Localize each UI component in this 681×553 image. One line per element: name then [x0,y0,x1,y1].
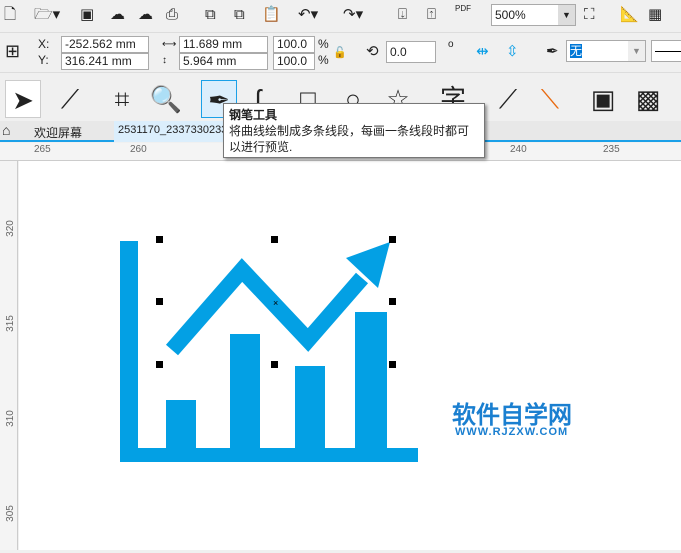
export-icon[interactable]: ⍐ [427,5,436,25]
outline-value: 无 [570,44,583,58]
standard-toolbar: 🗋 🗁▾ ▣ ☁ ☁ ⎙ ⧉ ⧉ 📋 ↶▾ ↷▾ ⍗ ⍐ PDF 500% ▼ ⛶… [0,0,681,33]
ruler-tick-label: 235 [603,144,620,155]
publish-pdf-icon[interactable]: PDF [455,4,471,14]
y-position-input[interactable]: 316.241 mm [61,53,149,70]
shape-tool[interactable]: ⟋ [52,80,88,118]
save-icon[interactable]: ▣ [80,5,94,25]
percent-label: % [318,53,329,67]
pen-outline-icon: ✒ [546,43,559,60]
new-document-icon[interactable]: 🗋 [4,5,16,25]
width-input[interactable]: 11.689 mm [179,36,268,53]
pick-tool[interactable]: ➤ [5,80,41,118]
ruler-tick-label: 305 [4,505,16,522]
ruler-tick-label: 260 [130,144,147,155]
axis-vertical [120,241,138,462]
outline-width-select[interactable]: 无 ▼ [566,40,646,62]
open-folder-icon[interactable]: 🗁▾ [34,5,60,25]
copy-icon[interactable]: ⧉ [234,5,245,25]
bar [230,334,260,448]
chart-graphic[interactable]: × [19,161,681,550]
center-mark: × [273,298,278,308]
watermark-title: 软件自学网 [452,402,572,429]
tooltip-text: 将曲线绘制成多条线段，每画一条线段时都可以进行预览. [229,124,470,154]
scale-width-input[interactable]: 100.0 [273,36,315,53]
percent-label: % [318,37,329,51]
chevron-down-icon[interactable]: ▼ [558,5,575,25]
ruler-tick-label: 310 [4,410,16,427]
mirror-vertical-icon[interactable]: ⇳ [506,42,519,62]
trend-line [165,258,369,356]
full-screen-icon[interactable]: ⛶ [584,5,595,25]
paste-icon[interactable]: 📋 [262,5,281,25]
cloud-upload-icon[interactable]: ☁ [138,5,153,25]
watermark-url: WWW.RJZXW.COM [455,426,569,438]
zoom-level-value: 500% [495,8,526,22]
pen-tool-tooltip: 钢笔工具 将曲线绘制成多条线段，每画一条线段时都可以进行预览. [223,103,485,158]
tab-document[interactable]: 2531170_2337330233 [114,121,224,142]
bar [166,400,196,448]
line-style-select[interactable] [651,40,681,62]
home-icon[interactable]: ⌂ [2,122,10,138]
vertical-ruler: 320 315 310 305 [0,161,18,550]
ruler-tick-label: 320 [4,220,16,237]
bar [295,366,325,448]
degree-label: o [448,39,454,50]
cut-icon[interactable]: ⧉ [205,5,216,25]
rotate-icon: ⟲ [366,43,379,60]
mirror-horizontal-icon[interactable]: ⇹ [476,42,489,62]
dimension-tool[interactable]: ⟋ [490,80,526,118]
contour-tool[interactable]: ▣ [585,80,621,118]
import-icon[interactable]: ⍗ [398,5,407,25]
tab-welcome-screen[interactable]: 欢迎屏幕 [34,124,82,141]
lock-ratio-icon[interactable]: 🔓 [333,43,347,63]
reference-point-icon[interactable]: ⊞ [5,41,20,61]
cloud-download-icon[interactable]: ☁ [110,5,125,25]
grid-icon[interactable]: ▦ [648,5,662,25]
bar [355,312,387,448]
ruler-tick-label: 315 [4,315,16,332]
tooltip-title: 钢笔工具 [229,108,278,122]
x-position-input[interactable]: -252.562 mm [61,36,149,53]
crop-tool[interactable]: ⌗ [104,80,140,118]
height-icon: ↕ [162,55,167,66]
redo-icon[interactable]: ↷▾ [343,5,363,25]
y-label: Y: [38,53,49,67]
height-input[interactable]: 5.964 mm [179,53,268,70]
property-bar: ⊞ X: Y: -252.562 mm 316.241 mm ⟷ ↕ 11.68… [0,33,681,73]
ruler-tick-label: 265 [34,144,51,155]
connector-tool[interactable]: ⟍ [532,80,568,118]
scale-height-input[interactable]: 100.0 [273,53,315,70]
zoom-level-select[interactable]: 500% ▼ [491,4,576,26]
x-label: X: [38,37,50,51]
zoom-tool[interactable]: 🔍 [148,80,184,118]
chevron-down-icon[interactable]: ▼ [628,41,645,61]
print-icon[interactable]: ⎙ [166,5,178,25]
rulers-toggle-icon[interactable]: 📐 [620,5,639,25]
axis-horizontal [120,448,418,462]
undo-icon[interactable]: ↶▾ [298,5,318,25]
transparency-tool[interactable]: ▩ [630,80,666,118]
drawing-canvas[interactable]: × 软件自学网 WWW.RJZXW.COM [19,161,681,550]
rotation-input[interactable]: 0.0 [386,41,436,63]
ruler-tick-label: 240 [510,144,527,155]
